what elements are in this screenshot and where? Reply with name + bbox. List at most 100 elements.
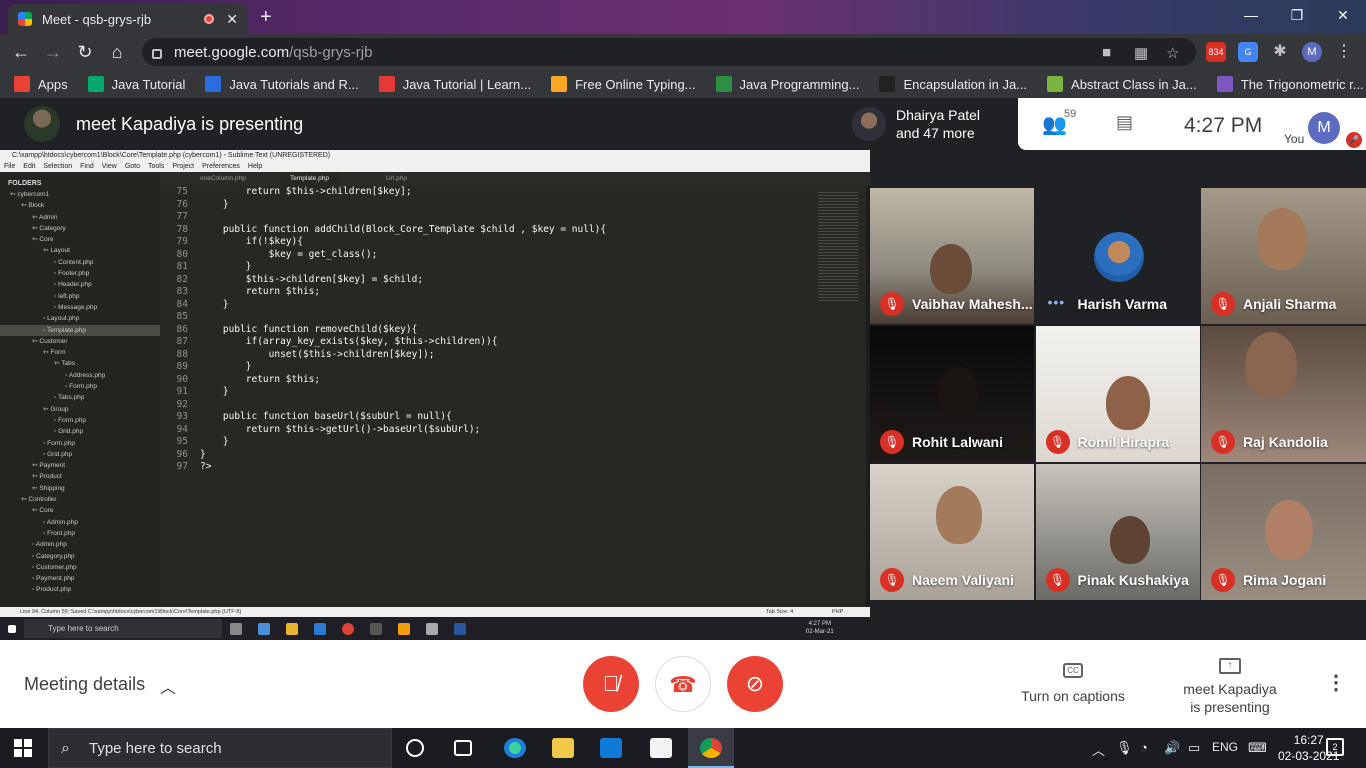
tray-battery-icon[interactable]: ▭ xyxy=(1188,740,1200,756)
participant-tile[interactable]: 🎙 Rohit Lalwani xyxy=(870,326,1034,462)
participant-tile[interactable]: 🎙 Pinak Kushakiya xyxy=(1035,464,1200,600)
editor-tabs: oneColumn.php Template.php Url.php xyxy=(160,172,870,186)
chrome-taskbar-item[interactable] xyxy=(688,728,734,768)
captions-button[interactable]: CC Turn on captions xyxy=(1012,660,1134,704)
language-indicator[interactable]: ENG xyxy=(1212,740,1238,754)
file-explorer-icon[interactable] xyxy=(552,738,574,758)
install-app-icon[interactable]: ▦ xyxy=(1134,44,1148,62)
browser-tab-meet[interactable]: Meet - qsb-grys-rjb ✕ xyxy=(8,4,248,34)
line-number: 94 xyxy=(176,423,188,435)
tree-item-label: Category xyxy=(39,224,66,232)
reload-icon[interactable]: ↻ xyxy=(74,41,96,63)
line-number: 84 xyxy=(176,298,188,310)
tray-mic-icon[interactable]: 🎙 xyxy=(1116,740,1133,756)
tree-item: ▫ Message.php xyxy=(0,302,160,313)
home-icon[interactable]: ⌂ xyxy=(106,41,128,63)
bookmark-item[interactable]: Java Tutorial | Learn... xyxy=(378,76,531,92)
line-number: 92 xyxy=(176,398,188,410)
line-number: 82 xyxy=(176,273,188,285)
extension-badge-icon[interactable]: 834 xyxy=(1206,42,1226,62)
bookmark-label: Apps xyxy=(38,76,68,92)
bookmark-star-icon[interactable]: ☆ xyxy=(1166,44,1179,62)
tree-item: ▫ Grid.php xyxy=(0,426,160,437)
present-button[interactable]: ↑ meet Kapadiya is presenting xyxy=(1172,654,1288,716)
bookmark-item[interactable]: Java Tutorials and R... xyxy=(205,76,359,92)
minimize-button[interactable]: — xyxy=(1228,0,1274,30)
bookmark-item[interactable]: Free Online Typing... xyxy=(551,76,696,92)
bookmark-item[interactable]: Abstract Class in Ja... xyxy=(1047,76,1197,92)
notification-center-icon[interactable]: 2 xyxy=(1326,738,1344,756)
others-indicator[interactable]: Dhairya Patel and 47 more xyxy=(852,106,980,142)
task-view-icon[interactable] xyxy=(454,740,472,756)
lock-icon xyxy=(152,49,162,59)
line-number: 87 xyxy=(176,336,188,347)
mic-off-button[interactable]: 🎙̸ xyxy=(583,656,639,712)
tree-item: ▾▪ Core xyxy=(0,234,160,245)
cortana-icon[interactable] xyxy=(406,739,424,757)
line-number: 78 xyxy=(176,223,188,235)
participant-tile[interactable]: 🎙 Vaibhav Mahesh... xyxy=(870,188,1034,324)
bookmark-label: Java Programming... xyxy=(739,76,860,92)
tray-volume-icon[interactable]: 🔊 xyxy=(1164,740,1180,756)
close-tab-icon[interactable]: ✕ xyxy=(226,11,238,28)
start-icon[interactable] xyxy=(14,739,32,757)
shared-explorer-icon xyxy=(286,623,298,635)
address-bar[interactable]: meet.google.com /qsb-grys-rjb ■ ▦ ☆ xyxy=(142,38,1196,66)
edge-icon[interactable] xyxy=(504,738,526,758)
new-tab-button[interactable]: + xyxy=(260,6,272,29)
chevron-up-icon[interactable]: ︿ xyxy=(160,674,176,698)
taskbar-search[interactable]: ⌕ Type here to search xyxy=(48,728,392,768)
participant-tile[interactable]: ••• Harish Varma xyxy=(1035,188,1200,324)
self-avatar[interactable]: M xyxy=(1308,112,1340,144)
tree-item-label: Admin.php xyxy=(35,541,67,549)
bookmark-item[interactable]: The Trigonometric r... xyxy=(1216,76,1364,92)
tray-chevron-icon[interactable]: ︿ xyxy=(1092,740,1105,759)
more-options-icon[interactable]: ⋮ xyxy=(1326,670,1346,695)
tray-wifi-icon[interactable]: ◔ xyxy=(1140,740,1148,755)
camera-off-button[interactable]: ⊘ xyxy=(727,656,783,712)
code-line: public function addChild(Block_Core_Temp… xyxy=(200,223,607,235)
f-icon xyxy=(1216,76,1233,92)
tree-item: ▾▪ Block xyxy=(0,200,160,211)
tree-item-label: Controller xyxy=(28,496,57,504)
bookmark-item[interactable]: Apps xyxy=(14,76,68,92)
participant-tile[interactable]: 🎙 Naeem Valiyani xyxy=(870,464,1034,600)
line-number: 75 xyxy=(176,186,188,197)
tree-item: ▫ Content.php xyxy=(0,257,160,268)
camera-icon[interactable]: ■ xyxy=(1102,44,1111,61)
v-icon xyxy=(378,76,395,92)
tray-keyboard-icon[interactable]: ⌨ xyxy=(1248,740,1267,756)
forward-arrow-icon[interactable]: → xyxy=(42,41,64,63)
bookmark-item[interactable]: Java Programming... xyxy=(715,76,860,92)
participant-name: Pinak Kushakiya xyxy=(1077,572,1189,588)
tree-item: ▫ Template.php xyxy=(0,324,160,336)
tree-item: ▾▪ Tabs xyxy=(0,358,160,369)
chat-icon[interactable]: ▤ xyxy=(1116,112,1133,133)
close-window-button[interactable]: ✕ xyxy=(1320,0,1366,30)
tree-item-label: Grid.php xyxy=(58,428,84,436)
tree-item: ▫ Address.php xyxy=(0,370,160,381)
participant-tile[interactable]: 🎙 Anjali Sharma xyxy=(1201,188,1366,324)
extensions-puzzle-icon[interactable]: ✱ xyxy=(1270,42,1290,62)
translate-extension-icon[interactable]: G xyxy=(1238,42,1258,62)
meeting-details-button[interactable]: Meeting details xyxy=(24,674,145,695)
profile-avatar[interactable]: M xyxy=(1302,42,1322,62)
participant-tile[interactable]: 🎙 Raj Kandolia xyxy=(1201,326,1366,462)
restore-button[interactable]: ❐ xyxy=(1274,0,1320,30)
captions-icon: CC xyxy=(1063,663,1083,678)
store-icon[interactable] xyxy=(650,738,672,758)
bookmark-item[interactable]: Java Tutorial xyxy=(87,76,185,92)
browser-toolbar: ← → ↻ ⌂ meet.google.com /qsb-grys-rjb ■ … xyxy=(0,34,1366,70)
chrome-menu-icon[interactable]: ⋮ xyxy=(1334,42,1354,62)
bookmark-item[interactable]: Encapsulation in Ja... xyxy=(879,76,1027,92)
participant-tile[interactable]: 🎙 Romil Hirapra xyxy=(1035,326,1200,462)
participant-video xyxy=(1105,376,1150,430)
participant-tile[interactable]: 🎙 Rima Jogani xyxy=(1201,464,1366,600)
shared-taskview-icon xyxy=(230,623,242,635)
back-arrow-icon[interactable]: ← xyxy=(10,41,32,63)
leave-call-button[interactable]: ☎ xyxy=(655,656,711,712)
code-line: } xyxy=(200,436,229,447)
tree-item: ▫ Admin.php xyxy=(0,517,160,528)
mic-off-icon: 🎙 xyxy=(1211,568,1235,592)
mail-icon[interactable] xyxy=(600,738,622,758)
